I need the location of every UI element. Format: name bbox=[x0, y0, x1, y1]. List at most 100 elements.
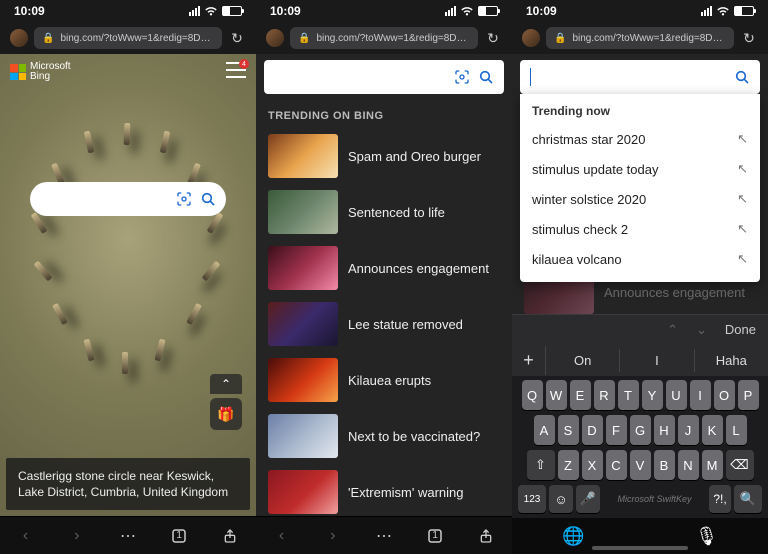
trending-item[interactable]: Spam and Oreo burger bbox=[256, 128, 512, 184]
insert-arrow-icon[interactable]: ↖ bbox=[737, 251, 748, 267]
search-icon[interactable] bbox=[734, 69, 750, 85]
search-key[interactable]: 🔍 bbox=[734, 485, 762, 513]
trending-item[interactable]: Announces engagement bbox=[256, 240, 512, 296]
profile-avatar[interactable] bbox=[10, 29, 28, 47]
mic-key[interactable]: 🎤 bbox=[576, 485, 600, 513]
keyboard-bottom-bar: 🌐 🎙 bbox=[512, 518, 768, 554]
key-n[interactable]: N bbox=[678, 450, 699, 480]
hero-image bbox=[23, 109, 233, 379]
battery-icon bbox=[478, 6, 498, 16]
prediction-item[interactable]: On bbox=[546, 349, 620, 372]
reload-button[interactable]: ↻ bbox=[228, 30, 246, 47]
key-t[interactable]: T bbox=[618, 380, 639, 410]
share-button[interactable] bbox=[470, 524, 502, 548]
bing-logo[interactable]: MicrosoftBing bbox=[10, 62, 71, 82]
suggestion-item[interactable]: christmas star 2020↖ bbox=[520, 124, 760, 154]
key-d[interactable]: D bbox=[582, 415, 603, 445]
trending-item[interactable]: Sentenced to life bbox=[256, 184, 512, 240]
key-r[interactable]: R bbox=[594, 380, 615, 410]
numbers-key[interactable]: 123 bbox=[518, 485, 546, 513]
backspace-key[interactable]: ⌫ bbox=[726, 450, 754, 480]
share-button[interactable] bbox=[214, 524, 246, 548]
status-bar: 10:09 bbox=[512, 0, 768, 22]
key-y[interactable]: Y bbox=[642, 380, 663, 410]
dictation-key[interactable]: 🎙 bbox=[695, 526, 718, 547]
prediction-plus[interactable]: + bbox=[512, 346, 546, 375]
prev-field-button[interactable]: ⌃ bbox=[667, 322, 678, 338]
search-bar-focused[interactable] bbox=[520, 60, 760, 94]
key-k[interactable]: K bbox=[702, 415, 723, 445]
profile-avatar[interactable] bbox=[522, 29, 540, 47]
key-m[interactable]: M bbox=[702, 450, 723, 480]
reload-button[interactable]: ↻ bbox=[484, 30, 502, 47]
visual-search-icon[interactable] bbox=[176, 191, 192, 207]
done-button[interactable]: Done bbox=[725, 322, 756, 337]
punctuation-key[interactable]: ?!, bbox=[709, 485, 731, 513]
key-o[interactable]: O bbox=[714, 380, 735, 410]
status-right bbox=[701, 6, 754, 16]
trending-list[interactable]: Spam and Oreo burger Sentenced to life A… bbox=[256, 128, 512, 516]
key-c[interactable]: C bbox=[606, 450, 627, 480]
home-indicator[interactable] bbox=[592, 546, 688, 550]
profile-avatar[interactable] bbox=[266, 29, 284, 47]
key-f[interactable]: F bbox=[606, 415, 627, 445]
trending-item[interactable]: 'Extremism' warning bbox=[256, 464, 512, 516]
reload-button[interactable]: ↻ bbox=[740, 30, 758, 47]
suggestion-text: kilauea volcano bbox=[532, 252, 622, 267]
back-button[interactable]: ‹ bbox=[10, 524, 42, 548]
suggestion-item[interactable]: kilauea volcano ↖ bbox=[520, 244, 760, 274]
url-field[interactable]: 🔒 bing.com/?toWww=1&redig=8DC83424F97B40… bbox=[546, 27, 734, 49]
rewards-button[interactable]: 🎁 bbox=[210, 398, 242, 430]
tabs-button[interactable]: 1 bbox=[419, 524, 451, 548]
key-i[interactable]: I bbox=[690, 380, 711, 410]
suggestion-text: winter solstice 2020 bbox=[532, 192, 646, 207]
trending-item[interactable]: Next to be vaccinated? bbox=[256, 408, 512, 464]
forward-button[interactable]: › bbox=[61, 524, 93, 548]
prediction-item[interactable]: Haha bbox=[695, 349, 768, 372]
shift-key[interactable]: ⇧ bbox=[527, 450, 555, 480]
key-l[interactable]: L bbox=[726, 415, 747, 445]
key-a[interactable]: A bbox=[534, 415, 555, 445]
search-bar[interactable] bbox=[30, 182, 226, 216]
insert-arrow-icon[interactable]: ↖ bbox=[737, 131, 748, 147]
search-icon[interactable] bbox=[200, 191, 216, 207]
url-field[interactable]: 🔒 bing.com/?toWww=1&redig=8DC83424F97B40… bbox=[290, 27, 478, 49]
url-field[interactable]: 🔒 bing.com/?toWww=1&redig=8DC83424F97B40… bbox=[34, 27, 222, 49]
suggestion-item[interactable]: stimulus check 2↖ bbox=[520, 214, 760, 244]
globe-key[interactable]: 🌐 bbox=[562, 526, 584, 547]
insert-arrow-icon[interactable]: ↖ bbox=[737, 191, 748, 207]
key-z[interactable]: Z bbox=[558, 450, 579, 480]
trending-label: 'Extremism' warning bbox=[348, 485, 464, 500]
insert-arrow-icon[interactable]: ↖ bbox=[737, 161, 748, 177]
back-button[interactable]: ‹ bbox=[266, 524, 298, 548]
key-e[interactable]: E bbox=[570, 380, 591, 410]
key-h[interactable]: H bbox=[654, 415, 675, 445]
expand-up-button[interactable]: ⌃ bbox=[210, 374, 242, 394]
key-v[interactable]: V bbox=[630, 450, 651, 480]
key-u[interactable]: U bbox=[666, 380, 687, 410]
emoji-key[interactable]: ☺ bbox=[549, 485, 573, 513]
trending-item[interactable]: Kilauea erupts bbox=[256, 352, 512, 408]
key-j[interactable]: J bbox=[678, 415, 699, 445]
suggestion-item[interactable]: winter solstice 2020 ↖ bbox=[520, 184, 760, 214]
key-q[interactable]: Q bbox=[522, 380, 543, 410]
key-p[interactable]: P bbox=[738, 380, 759, 410]
search-icon[interactable] bbox=[478, 69, 494, 85]
more-button[interactable]: ⋯ bbox=[112, 524, 144, 548]
next-field-button[interactable]: ⌄ bbox=[696, 322, 707, 338]
key-b[interactable]: B bbox=[654, 450, 675, 480]
key-w[interactable]: W bbox=[546, 380, 567, 410]
trending-item[interactable]: Lee statue removed bbox=[256, 296, 512, 352]
search-bar[interactable] bbox=[264, 60, 504, 94]
key-s[interactable]: S bbox=[558, 415, 579, 445]
forward-button[interactable]: › bbox=[317, 524, 349, 548]
insert-arrow-icon[interactable]: ↖ bbox=[737, 221, 748, 237]
prediction-item[interactable]: I bbox=[620, 349, 694, 372]
more-button[interactable]: ⋯ bbox=[368, 524, 400, 548]
suggestion-item[interactable]: stimulus update today↖ bbox=[520, 154, 760, 184]
key-g[interactable]: G bbox=[630, 415, 651, 445]
visual-search-icon[interactable] bbox=[454, 69, 470, 85]
menu-button[interactable]: 4 bbox=[226, 62, 246, 78]
key-x[interactable]: X bbox=[582, 450, 603, 480]
tabs-button[interactable]: 1 bbox=[163, 524, 195, 548]
